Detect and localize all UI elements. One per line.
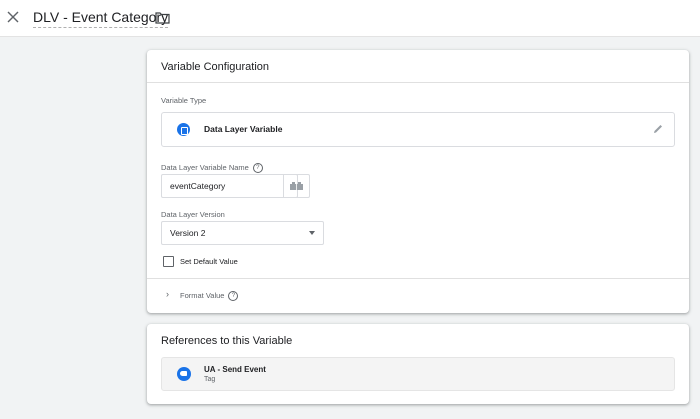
name-label-text: Data Layer Variable Name [161,163,249,172]
references-card: References to this Variable UA - Send Ev… [147,324,689,404]
variable-name-value: eventCategory [170,181,226,191]
version-value: Version 2 [170,228,206,238]
reference-type: Tag [204,376,216,383]
variable-name-input[interactable]: eventCategory [161,174,298,198]
reference-name: UA - Send Event [204,365,266,374]
divider [147,82,689,83]
format-value-label: Format Value [180,291,225,300]
variable-type-label: Variable Type [161,96,207,105]
brick-icon [290,182,303,190]
variable-title[interactable]: DLV - Event Category [33,9,169,28]
default-value-label[interactable]: Set Default Value [180,257,238,266]
folder-icon[interactable] [155,11,170,24]
tag-icon [177,367,191,381]
variable-type-selector[interactable]: Data Layer Variable [161,112,675,147]
card-title: References to this Variable [161,335,293,347]
card-title: Variable Configuration [161,61,270,73]
version-select[interactable]: Version 2 [161,221,324,245]
help-icon[interactable]: ? [228,291,239,302]
version-label: Data Layer Version [161,210,225,219]
format-value-toggle[interactable]: Format Value? [180,291,239,302]
chevron-right-icon[interactable]: › [166,289,169,299]
divider [147,278,689,279]
variable-picker-button[interactable] [283,174,310,198]
variable-type-value: Data Layer Variable [204,124,283,134]
name-label: Data Layer Variable Name? [161,163,263,174]
reference-item[interactable]: UA - Send Event Tag [161,357,675,391]
variable-configuration-card: Variable Configuration Variable Type Dat… [147,50,689,313]
dropdown-caret-icon [309,231,315,235]
top-bar: DLV - Event Category [0,0,700,37]
default-value-checkbox[interactable] [163,256,174,267]
help-icon[interactable]: ? [252,163,263,174]
close-icon[interactable] [6,10,20,24]
edit-pencil-icon[interactable] [652,123,664,135]
data-layer-variable-icon [177,123,190,136]
